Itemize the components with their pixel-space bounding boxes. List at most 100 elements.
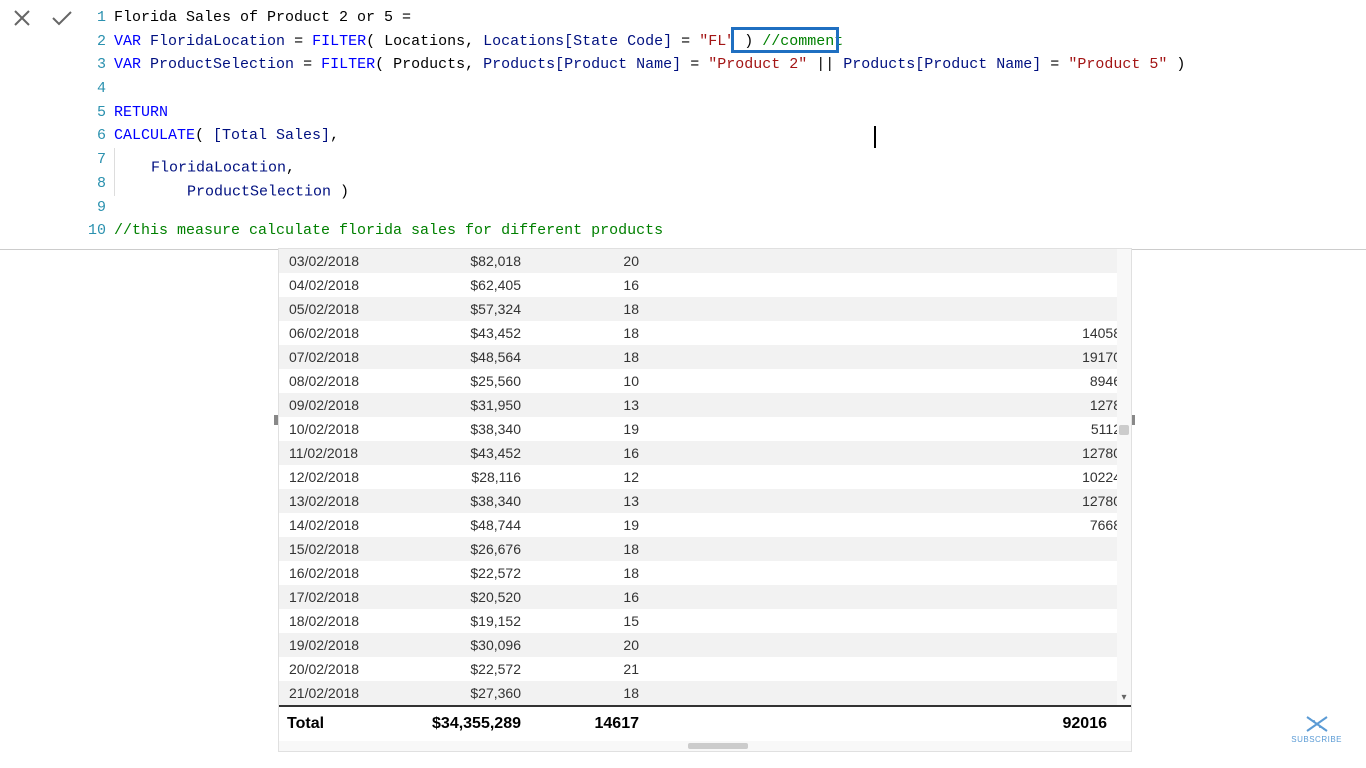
table-row[interactable]: 10/02/2018$38,340195112 xyxy=(279,417,1131,441)
cell-sales: $20,520 xyxy=(399,585,529,609)
cell-date: 21/02/2018 xyxy=(279,681,399,705)
subscribe-label: SUBSCRIBE xyxy=(1291,735,1342,744)
table-row[interactable]: 05/02/2018$57,32418 xyxy=(279,297,1131,321)
table-row[interactable]: 06/02/2018$43,4521814058 xyxy=(279,321,1131,345)
cell-val xyxy=(659,681,1131,705)
table-row[interactable]: 11/02/2018$43,4521612780 xyxy=(279,441,1131,465)
cell-qty: 16 xyxy=(529,441,659,465)
cell-val: 19170 xyxy=(659,345,1131,369)
table-row[interactable]: 21/02/2018$27,36018 xyxy=(279,681,1131,705)
table-row[interactable]: 14/02/2018$48,744197668 xyxy=(279,513,1131,537)
cell-sales: $19,152 xyxy=(399,609,529,633)
cell-sales: $43,452 xyxy=(399,321,529,345)
cell-val: 10224 xyxy=(659,465,1131,489)
data-table: 03/02/2018$82,0182004/02/2018$62,4051605… xyxy=(279,249,1131,705)
cell-sales: $48,564 xyxy=(399,345,529,369)
cell-qty: 12 xyxy=(529,465,659,489)
cell-qty: 19 xyxy=(529,513,659,537)
cell-date: 17/02/2018 xyxy=(279,585,399,609)
code-line-8: ProductSelection ) xyxy=(114,172,1366,196)
table-row[interactable]: 17/02/2018$20,52016 xyxy=(279,585,1131,609)
table-row[interactable]: 08/02/2018$25,560108946 xyxy=(279,369,1131,393)
code-line-6: CALCULATE( [Total Sales], xyxy=(114,124,1366,148)
cell-val xyxy=(659,633,1131,657)
cell-qty: 15 xyxy=(529,609,659,633)
table-row[interactable]: 15/02/2018$26,67618 xyxy=(279,537,1131,561)
code-line-3: VAR ProductSelection = FILTER( Products,… xyxy=(114,53,1366,77)
cell-qty: 20 xyxy=(529,633,659,657)
code-line-1: Florida Sales of Product 2 or 5 = xyxy=(114,6,1366,30)
cell-date: 06/02/2018 xyxy=(279,321,399,345)
cell-sales: $57,324 xyxy=(399,297,529,321)
cell-sales: $82,018 xyxy=(399,249,529,273)
cell-sales: $22,572 xyxy=(399,561,529,585)
total-label: Total xyxy=(279,713,399,735)
cell-val xyxy=(659,585,1131,609)
cell-val xyxy=(659,561,1131,585)
cancel-icon[interactable] xyxy=(12,8,32,28)
cell-qty: 21 xyxy=(529,657,659,681)
horizontal-scrollbar[interactable] xyxy=(279,741,1131,751)
table-row[interactable]: 16/02/2018$22,57218 xyxy=(279,561,1131,585)
formula-bar: 12345678910 Florida Sales of Product 2 o… xyxy=(0,0,1366,250)
cell-qty: 20 xyxy=(529,249,659,273)
cell-sales: $27,360 xyxy=(399,681,529,705)
cell-val: 12780 xyxy=(659,489,1131,513)
table-scroll-region: 03/02/2018$82,0182004/02/2018$62,4051605… xyxy=(279,249,1131,705)
cell-sales: $62,405 xyxy=(399,273,529,297)
cell-val: 8946 xyxy=(659,369,1131,393)
table-row[interactable]: 12/02/2018$28,1161210224 xyxy=(279,465,1131,489)
cell-date: 07/02/2018 xyxy=(279,345,399,369)
total-val: 92016 xyxy=(659,713,1131,735)
cell-sales: $43,452 xyxy=(399,441,529,465)
text-cursor xyxy=(874,126,876,148)
table-row[interactable]: 13/02/2018$38,3401312780 xyxy=(279,489,1131,513)
table-row[interactable]: 07/02/2018$48,5641819170 xyxy=(279,345,1131,369)
cell-qty: 18 xyxy=(529,561,659,585)
code-line-5: RETURN xyxy=(114,101,1366,125)
commit-icon[interactable] xyxy=(50,8,74,28)
cell-date: 19/02/2018 xyxy=(279,633,399,657)
cell-date: 05/02/2018 xyxy=(279,297,399,321)
cell-val: 7668 xyxy=(659,513,1131,537)
cell-qty: 18 xyxy=(529,297,659,321)
cell-val: 1278 xyxy=(659,393,1131,417)
cell-date: 16/02/2018 xyxy=(279,561,399,585)
table-row[interactable]: 18/02/2018$19,15215 xyxy=(279,609,1131,633)
cell-sales: $25,560 xyxy=(399,369,529,393)
table-row[interactable]: 03/02/2018$82,01820 xyxy=(279,249,1131,273)
table-row[interactable]: 04/02/2018$62,40516 xyxy=(279,273,1131,297)
cell-sales: $38,340 xyxy=(399,417,529,441)
code-line-10: //this measure calculate florida sales f… xyxy=(114,219,1366,243)
table-row[interactable]: 09/02/2018$31,950131278 xyxy=(279,393,1131,417)
cell-sales: $22,572 xyxy=(399,657,529,681)
cell-val xyxy=(659,609,1131,633)
cell-val xyxy=(659,297,1131,321)
cell-qty: 10 xyxy=(529,369,659,393)
cell-val xyxy=(659,537,1131,561)
cell-val: 12780 xyxy=(659,441,1131,465)
cell-date: 13/02/2018 xyxy=(279,489,399,513)
cell-date: 10/02/2018 xyxy=(279,417,399,441)
cell-date: 18/02/2018 xyxy=(279,609,399,633)
total-sales: $34,355,289 xyxy=(399,713,529,735)
cell-sales: $48,744 xyxy=(399,513,529,537)
dna-icon xyxy=(1303,715,1331,733)
code-lines[interactable]: Florida Sales of Product 2 or 5 = VAR Fl… xyxy=(114,6,1366,243)
subscribe-badge[interactable]: SUBSCRIBE xyxy=(1291,715,1342,744)
table-row[interactable]: 20/02/2018$22,57221 xyxy=(279,657,1131,681)
dax-editor[interactable]: 12345678910 Florida Sales of Product 2 o… xyxy=(86,0,1366,249)
cell-sales: $30,096 xyxy=(399,633,529,657)
table-row[interactable]: 19/02/2018$30,09620 xyxy=(279,633,1131,657)
cell-date: 11/02/2018 xyxy=(279,441,399,465)
cell-sales: $38,340 xyxy=(399,489,529,513)
cell-val: 5112 xyxy=(659,417,1131,441)
cell-date: 20/02/2018 xyxy=(279,657,399,681)
vertical-scrollbar[interactable]: ▾ xyxy=(1117,249,1131,705)
cell-date: 04/02/2018 xyxy=(279,273,399,297)
cell-sales: $31,950 xyxy=(399,393,529,417)
table-visual[interactable]: 03/02/2018$82,0182004/02/2018$62,4051605… xyxy=(278,248,1132,752)
scroll-down-icon[interactable]: ▾ xyxy=(1119,690,1128,705)
cell-val: 14058 xyxy=(659,321,1131,345)
total-qty: 14617 xyxy=(529,713,659,735)
